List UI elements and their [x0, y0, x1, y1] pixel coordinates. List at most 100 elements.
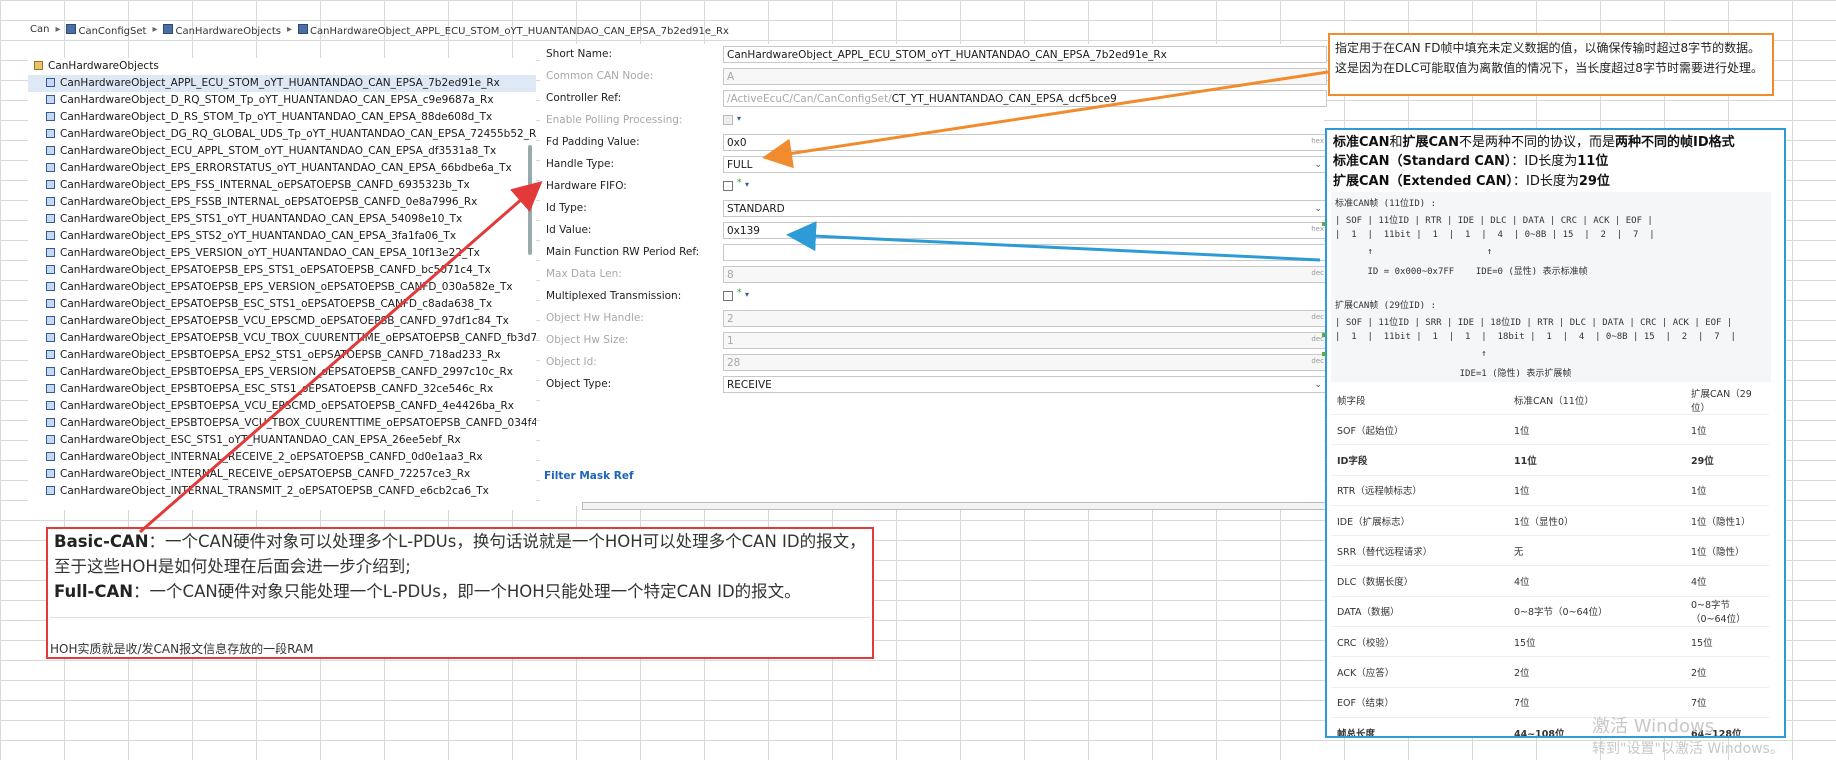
- tree-item[interactable]: CanHardwareObject_EPSATOEPSB_ESC_STS1_oE…: [28, 296, 536, 313]
- property-panel: Short Name: CanHardwareObject_APPL_ECU_S…: [540, 44, 1327, 506]
- tree-item[interactable]: CanHardwareObject_INTERNAL_RECEIVE_2_oEP…: [28, 449, 536, 466]
- table-cell: EOF（结束）: [1331, 687, 1508, 718]
- tree-item-label: CanHardwareObject_EPSATOEPSB_EPS_STS1_oE…: [60, 264, 491, 276]
- breadcrumb-item[interactable]: CanHardwareObjects: [175, 26, 281, 36]
- breadcrumb-item[interactable]: Can: [30, 24, 49, 36]
- tree-item[interactable]: CanHardwareObject_EPS_FSS_INTERNAL_oEPSA…: [28, 177, 536, 194]
- main-function-label: Main Function RW Period Ref:: [546, 246, 700, 258]
- breadcrumb-item[interactable]: CanHardwareObject_APPL_ECU_STOM_oYT_HUAN…: [310, 26, 729, 36]
- controller-ref-value[interactable]: CT_YT_HUANTANDAO_CAN_EPSA_dcf5bce9: [892, 93, 1117, 105]
- tree-item-label: CanHardwareObject_EPSATOEPSB_VCU_TBOX_CU…: [60, 332, 536, 344]
- chevron-right-icon: ▸: [287, 24, 293, 35]
- hardware-object-icon: [46, 163, 55, 172]
- handle-type-row: Handle Type: FULL ⌄: [546, 154, 1327, 176]
- horizontal-scrollbar[interactable]: [582, 502, 1326, 510]
- tree-item-label: CanHardwareObject_EPSBTOEPSA_VCU_TBOX_CU…: [60, 417, 536, 429]
- marker: [1322, 333, 1326, 337]
- tree-item[interactable]: CanHardwareObject_ECU_APPL_STOM_oYT_HUAN…: [28, 143, 536, 160]
- object-type-row: Object Type: RECEIVE ⌄: [546, 374, 1327, 396]
- tree-item[interactable]: CanHardwareObject_D_RS_STOM_Tp_oYT_HUANT…: [28, 109, 536, 126]
- tree-item[interactable]: CanHardwareObject_APPL_ECU_STOM_oYT_HUAN…: [28, 75, 536, 92]
- hardware-object-icon: [46, 316, 55, 325]
- chevron-down-icon[interactable]: ▾: [745, 290, 749, 299]
- tree-item[interactable]: CanHardwareObject_DG_RQ_GLOBAL_UDS_Tp_oY…: [28, 126, 536, 143]
- tree-item[interactable]: CanHardwareObject_EPS_FSSB_INTERNAL_oEPS…: [28, 194, 536, 211]
- tree-item-label: CanHardwareObject_EPSATOEPSB_EPS_VERSION…: [60, 281, 513, 293]
- chevron-right-icon: ▸: [55, 24, 61, 35]
- code-line: ID = 0x000~0x7FF IDE=0 (显性) 表示标准帧: [1335, 267, 1588, 277]
- tree-item[interactable]: CanHardwareObject_EPSBTOEPSA_ESC_STS1_oE…: [28, 381, 536, 398]
- tree-item-label: CanHardwareObject_EPS_FSS_INTERNAL_oEPSA…: [60, 179, 470, 191]
- chevron-down-icon: ⌄: [1314, 160, 1322, 170]
- full-can-title: Full-CAN: [54, 582, 134, 601]
- fd-padding-row: Fd Padding Value: 0x0 hex: [546, 132, 1327, 154]
- table-cell: 2位: [1508, 656, 1685, 688]
- tree-item[interactable]: CanHardwareObject_EPS_ERRORSTATUS_oYT_HU…: [28, 160, 536, 177]
- table-cell: 1位: [1508, 475, 1685, 506]
- tree-item[interactable]: CanHardwareObject_D_RQ_STOM_Tp_oYT_HUANT…: [28, 92, 536, 109]
- chevron-down-icon[interactable]: ▾: [745, 180, 749, 189]
- multiplexed-checkbox[interactable]: [723, 291, 733, 301]
- tree-item[interactable]: CanHardwareObject_INTERNAL_TRANSMIT_2_oE…: [28, 483, 536, 500]
- hardware-fifo-row: Hardware FIFO: * ▾: [546, 176, 1326, 198]
- tree-item[interactable]: CanHardwareObject_EPSATOEPSB_VCU_EPSCMD_…: [28, 313, 536, 330]
- code-line: ↑: [1335, 349, 1487, 359]
- table-row: ID字段 11位 29位: [1331, 444, 1769, 476]
- table-header-cell: 扩展CAN（29位）: [1685, 386, 1769, 415]
- hardware-object-icon: [46, 180, 55, 189]
- object-type-select[interactable]: RECEIVE ⌄: [723, 376, 1327, 393]
- breadcrumb-item[interactable]: CanConfigSet: [78, 26, 146, 36]
- tree-item[interactable]: CanHardwareObject_EPSATOEPSB_EPS_VERSION…: [28, 279, 536, 296]
- id-type-value: STANDARD: [727, 203, 785, 215]
- tree-item[interactable]: CanHardwareObject_EPSBTOEPSA_VCU_EPSCMD_…: [28, 398, 536, 415]
- tree-item[interactable]: CanHardwareObject_INTERNAL_RECEIVE_oEPSA…: [28, 466, 536, 483]
- object-id-label: Object Id:: [546, 356, 597, 368]
- common-can-node-label: Common CAN Node:: [546, 70, 654, 82]
- hardware-fifo-checkbox[interactable]: [723, 181, 733, 191]
- hardware-fifo-label: Hardware FIFO:: [546, 180, 627, 192]
- table-row: DATA（数据） 0~8字节（0~64位） 0~8字节（0~64位）: [1331, 596, 1769, 628]
- tree-item-label: CanHardwareObject_INTERNAL_RECEIVE_oEPSA…: [60, 468, 471, 480]
- tree-item[interactable]: CanHardwareObject_ESC_STS1_oYT_HUANTANDA…: [28, 432, 536, 449]
- tree-item[interactable]: CanHardwareObject_EPS_VERSION_oYT_HUANTA…: [28, 245, 536, 262]
- tree-item[interactable]: CanHardwareObject_EPS_STS2_oYT_HUANTANDA…: [28, 228, 536, 245]
- chevron-down-icon: ⌄: [1314, 380, 1322, 390]
- tree-item[interactable]: CanHardwareObject_EPSBTOEPSA_EPS_VERSION…: [28, 364, 536, 381]
- object-hw-handle-unit: dec: [1311, 313, 1324, 321]
- table-cell: 1位: [1685, 475, 1769, 506]
- std-can-bits: 11位: [1577, 154, 1609, 169]
- hardware-object-icon: [46, 112, 55, 121]
- id-type-select[interactable]: STANDARD ⌄: [723, 200, 1327, 217]
- id-value-input[interactable]: 0x139 hex: [723, 222, 1327, 239]
- tree-scrollbar[interactable]: [528, 145, 532, 255]
- tree-item[interactable]: CanHardwareObject_EPS_STS1_oYT_HUANTANDA…: [28, 211, 536, 228]
- code-line: 标准CAN帧 (11位ID) :: [1335, 199, 1437, 209]
- table-cell: 1位（隐性）: [1685, 535, 1769, 567]
- filter-mask-ref-link[interactable]: Filter Mask Ref: [544, 470, 634, 482]
- hardware-object-icon: [46, 231, 55, 240]
- hoh-footnote: HOH实质就是收/发CAN报文信息存放的一段RAM: [50, 642, 314, 656]
- tree-root[interactable]: CanHardwareObjects: [28, 58, 536, 75]
- code-line: ↑ ↑: [1335, 247, 1493, 257]
- object-hw-size-label: Object Hw Size:: [546, 334, 629, 346]
- object-hw-handle-field: 2 dec: [723, 310, 1327, 327]
- enable-polling-checkbox: [723, 115, 733, 125]
- fd-padding-input[interactable]: 0x0 hex: [723, 134, 1327, 151]
- tree-item[interactable]: CanHardwareObject_EPSBTOEPSA_VCU_TBOX_CU…: [28, 415, 536, 432]
- windows-activation-watermark: 激活 Windows 转到"设置"以激活 Windows。: [1592, 716, 1784, 760]
- tree-item[interactable]: CanHardwareObject_EPSATOEPSB_VCU_TBOX_CU…: [28, 330, 536, 347]
- object-id-unit: dec: [1311, 357, 1324, 365]
- hardware-object-icon: [46, 95, 55, 104]
- handle-type-select[interactable]: FULL ⌄: [723, 156, 1327, 173]
- enable-polling-label: Enable Polling Processing:: [546, 114, 683, 126]
- table-header-cell: 标准CAN（11位）: [1508, 386, 1685, 415]
- short-name-label: Short Name:: [546, 48, 613, 60]
- tree-item-label: CanHardwareObject_EPSATOEPSB_ESC_STS1_oE…: [60, 298, 493, 310]
- hardware-object-icon: [46, 435, 55, 444]
- table-cell: 1位（隐性1）: [1685, 505, 1769, 537]
- controller-ref-field[interactable]: /ActiveEcuC/Can/CanConfigSet/CT_YT_HUANT…: [723, 90, 1327, 107]
- main-function-input[interactable]: [723, 244, 1327, 261]
- tree-item[interactable]: CanHardwareObject_EPSBTOEPSA_EPS2_STS1_o…: [28, 347, 536, 364]
- short-name-input[interactable]: CanHardwareObject_APPL_ECU_STOM_oYT_HUAN…: [723, 46, 1327, 63]
- tree-item[interactable]: CanHardwareObject_EPSATOEPSB_EPS_STS1_oE…: [28, 262, 536, 279]
